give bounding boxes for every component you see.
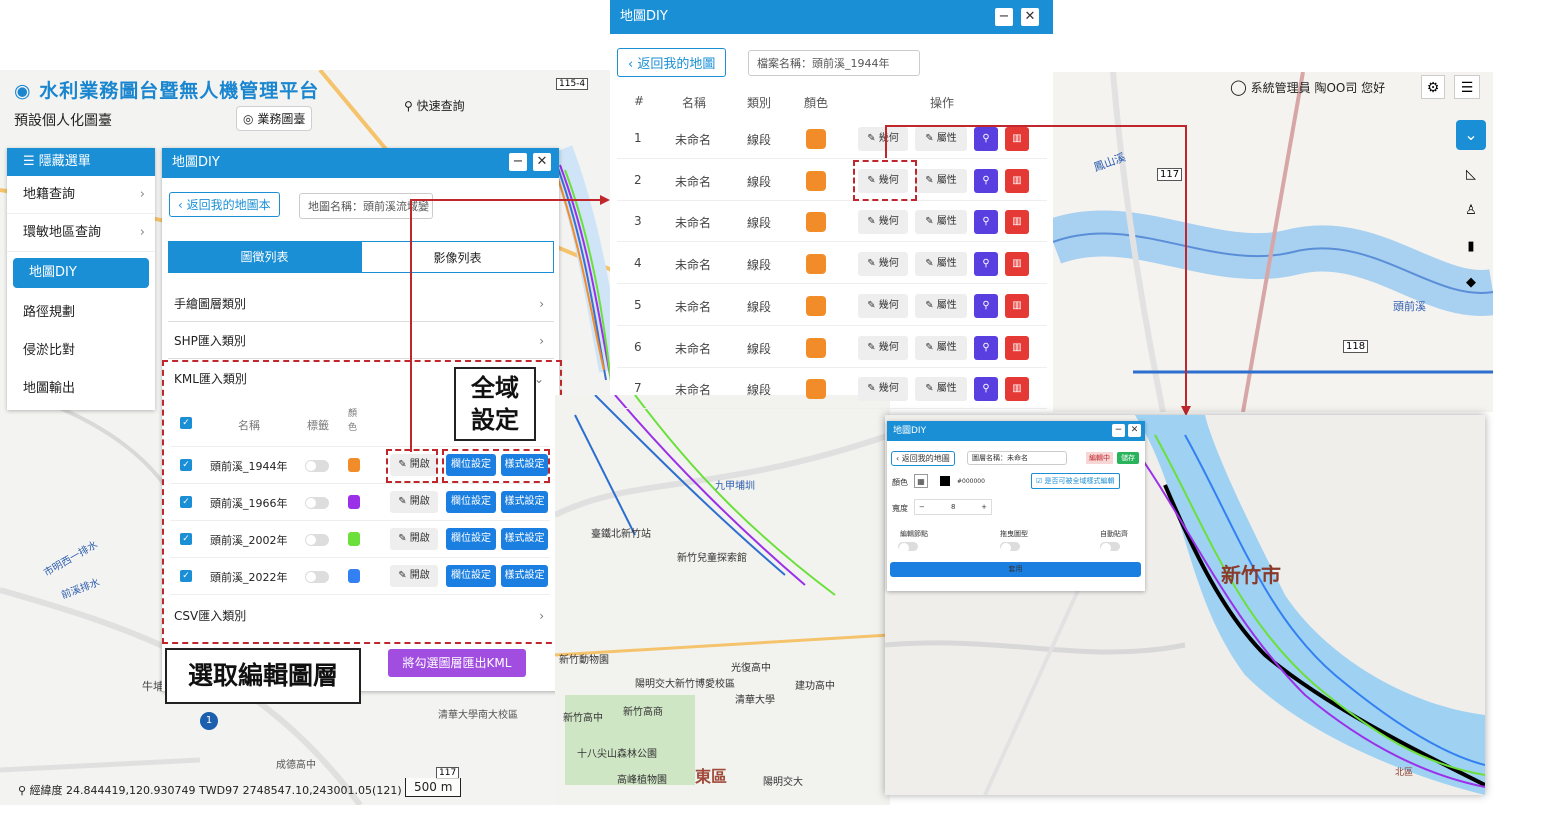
- edit-nodes-toggle[interactable]: [898, 542, 918, 553]
- location-pin-icon: ⚲: [18, 784, 27, 797]
- auto-snap-label: 自動貼齊: [1100, 530, 1128, 538]
- map-label-hsinchu-city: 新竹市: [1221, 563, 1281, 587]
- checkbox-icon: ☑: [1036, 477, 1043, 485]
- width-label: 寬度: [892, 504, 908, 513]
- color-value: #000000: [957, 478, 985, 485]
- drag-shape-toggle[interactable]: [1000, 542, 1020, 553]
- map-label-north-district: 北區: [1395, 768, 1414, 778]
- edit-nodes-label: 編輯節點: [900, 530, 928, 538]
- auto-snap-toggle[interactable]: [1100, 542, 1120, 553]
- panel-title: 地圖DIY: [893, 426, 927, 436]
- editing-badge: 編輯中: [1086, 452, 1113, 464]
- color-label: 顏色: [892, 478, 908, 487]
- color-swatch-black[interactable]: [940, 476, 950, 486]
- mini-layer-name: 圖層名稱：未命名: [967, 451, 1067, 465]
- minimize-icon[interactable]: −: [1112, 424, 1125, 437]
- mini-back-button[interactable]: ‹ 返回我的地圖: [891, 451, 955, 466]
- save-button[interactable]: 儲存: [1117, 452, 1139, 464]
- scale-bar: 500 m: [405, 778, 462, 797]
- coordinate-readout: ⚲ 經緯度 24.844419,120.930749 TWD97 2748547…: [18, 784, 402, 797]
- diy-mini-header: 地圖DIY − ✕: [887, 421, 1145, 441]
- increment-icon[interactable]: +: [981, 500, 987, 514]
- apply-button[interactable]: 套用: [890, 562, 1141, 577]
- decrement-icon[interactable]: −: [919, 500, 925, 514]
- close-icon[interactable]: ✕: [1128, 424, 1141, 437]
- drag-shape-label: 拖曳圖型: [1000, 530, 1028, 538]
- color-grid-icon[interactable]: ▦: [914, 474, 928, 488]
- width-stepper[interactable]: −8 +: [914, 499, 992, 515]
- global-style-option[interactable]: ☑ 是否可被全域樣式編輯: [1031, 473, 1120, 489]
